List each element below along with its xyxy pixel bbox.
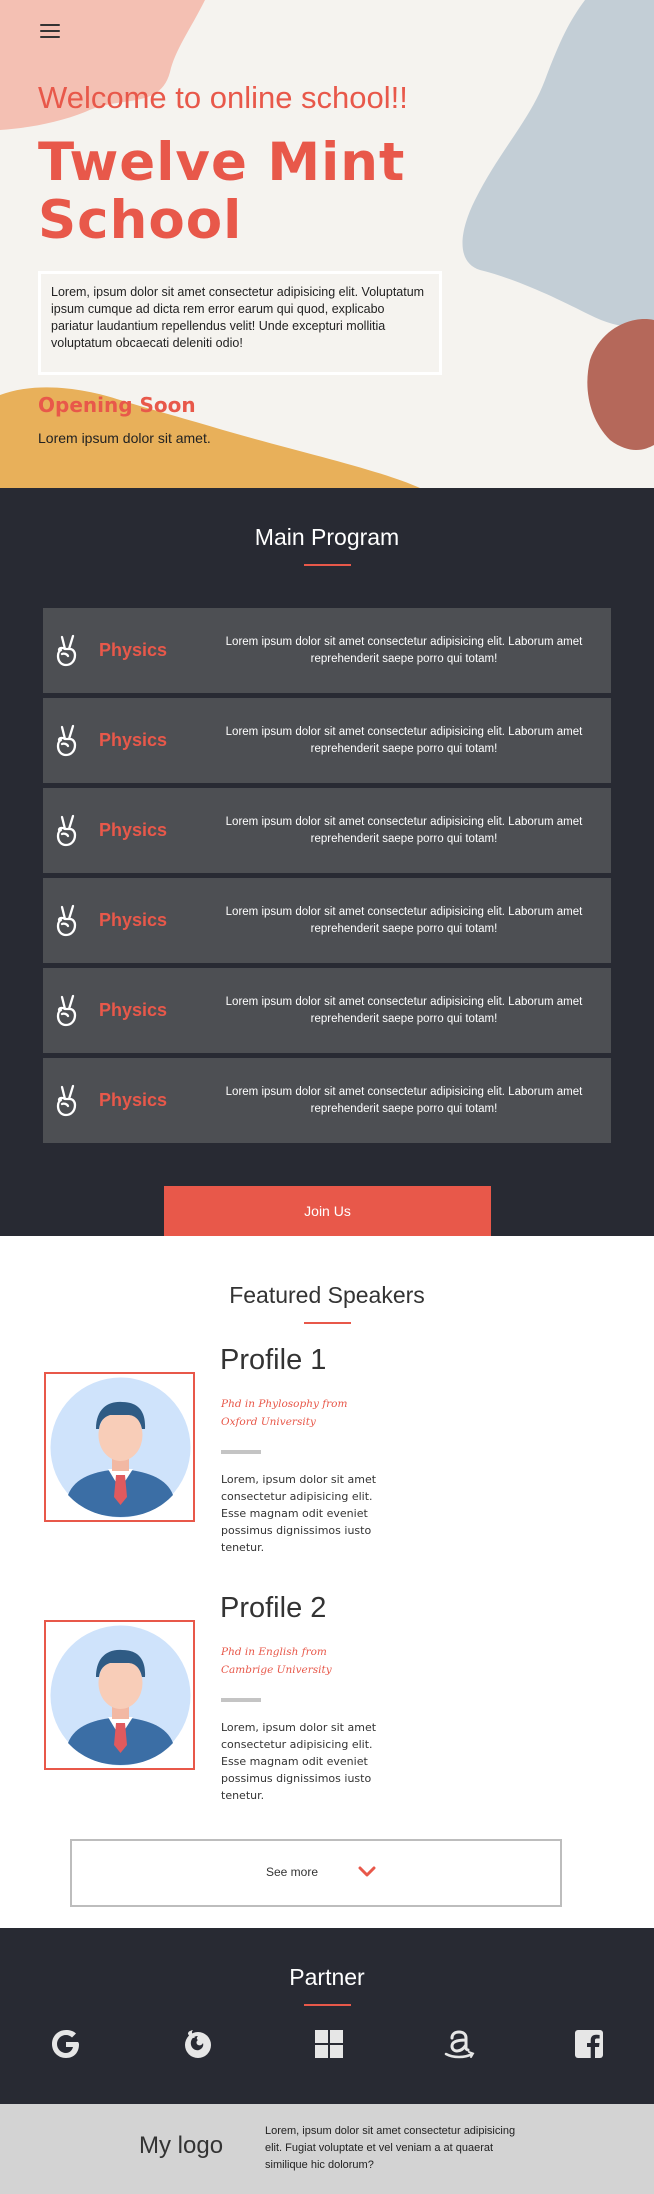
amazon-icon[interactable] — [441, 2026, 477, 2062]
speaker-description: Lorem, ipsum dolor sit amet consectetur … — [221, 1473, 377, 1554]
program-item[interactable]: Physics Lorem ipsum dolor sit amet conse… — [43, 788, 611, 873]
program-description: Lorem ipsum dolor sit amet consectetur a… — [225, 1086, 583, 1115]
hero-description: Lorem, ipsum dolor sit amet consectetur … — [38, 271, 442, 375]
opening-soon-subtext: Lorem ipsum dolor sit amet. — [38, 430, 211, 446]
program-item[interactable]: Physics Lorem ipsum dolor sit amet conse… — [43, 878, 611, 963]
partner-logos — [0, 2026, 654, 2062]
title-underline — [304, 564, 351, 566]
footer-text: Lorem, ipsum dolor sit amet consectetur … — [265, 2125, 516, 2171]
school-name-title: Twelve Mint School — [38, 132, 406, 251]
program-item[interactable]: Physics Lorem ipsum dolor sit amet conse… — [43, 968, 611, 1053]
speaker-profile: Profile 1 Phd in Phylosophy from Oxford … — [44, 1344, 544, 1554]
program-name: Physics — [99, 640, 168, 660]
program-description: Lorem ipsum dolor sit amet consectetur a… — [225, 906, 583, 935]
title-underline — [304, 1322, 351, 1324]
program-name: Physics — [99, 820, 168, 840]
page: Welcome to online school!! Twelve Mint S… — [0, 0, 654, 2194]
program-description: Lorem ipsum dolor sit amet consectetur a… — [225, 636, 583, 665]
welcome-heading: Welcome to online school!! — [38, 80, 408, 115]
section-title: Partner — [289, 1964, 365, 1990]
google-icon[interactable] — [48, 2026, 84, 2062]
section-title: Featured Speakers — [229, 1282, 425, 1308]
speaker-description: Lorem, ipsum dolor sit amet consectetur … — [221, 1721, 377, 1802]
peace-hand-icon — [56, 814, 77, 847]
program-item[interactable]: Physics Lorem ipsum dolor sit amet conse… — [43, 1058, 611, 1143]
peace-hand-icon — [56, 634, 77, 667]
title-underline — [304, 2004, 351, 2006]
peace-hand-icon — [56, 1084, 77, 1117]
program-item[interactable]: Physics Lorem ipsum dolor sit amet conse… — [43, 608, 611, 693]
speaker-name: Profile 2 — [220, 1592, 327, 1624]
join-us-button[interactable]: Join Us — [164, 1186, 491, 1236]
program-description: Lorem ipsum dolor sit amet consectetur a… — [225, 996, 583, 1025]
main-program-section: Main Program Physics Lorem ipsum dolor s… — [0, 488, 654, 1236]
divider — [221, 1450, 261, 1454]
program-description: Lorem ipsum dolor sit amet consectetur a… — [225, 726, 583, 755]
footer-logo[interactable]: My logo — [139, 2132, 223, 2160]
section-title: Main Program — [254, 524, 400, 550]
program-list: Physics Lorem ipsum dolor sit amet conse… — [43, 608, 611, 1148]
speaker-degree: Phd in Phylosophy from Oxford University — [221, 1398, 348, 1428]
businessman-avatar-icon — [50, 1377, 191, 1518]
avatar — [44, 1372, 195, 1522]
speaker-profile: Profile 2 Phd in English from Cambrige U… — [44, 1592, 544, 1802]
program-name: Physics — [99, 1090, 168, 1110]
program-description: Lorem ipsum dolor sit amet consectetur a… — [225, 816, 583, 845]
program-name: Physics — [99, 910, 168, 930]
businessman-avatar-icon — [50, 1625, 191, 1766]
peace-hand-icon — [56, 994, 77, 1027]
speaker-degree: Phd in English from Cambrige University — [221, 1646, 332, 1676]
footer: My logo Lorem, ipsum dolor sit amet cons… — [0, 2104, 654, 2194]
partner-section: Partner — [0, 1928, 654, 2104]
see-more-button[interactable]: See more — [70, 1839, 562, 1907]
hamburger-menu-icon[interactable] — [40, 24, 60, 40]
peace-hand-icon — [56, 904, 77, 937]
divider — [221, 1698, 261, 1702]
program-name: Physics — [99, 1000, 168, 1020]
opening-soon-heading: Opening Soon — [38, 393, 196, 417]
windows-icon[interactable] — [311, 2026, 347, 2062]
facebook-icon[interactable] — [571, 2026, 607, 2062]
firefox-icon[interactable] — [180, 2026, 216, 2062]
chevron-down-icon — [358, 1866, 376, 1877]
hero-section: Welcome to online school!! Twelve Mint S… — [0, 0, 654, 488]
speaker-name: Profile 1 — [220, 1344, 327, 1376]
peace-hand-icon — [56, 724, 77, 757]
avatar — [44, 1620, 195, 1770]
program-item[interactable]: Physics Lorem ipsum dolor sit amet conse… — [43, 698, 611, 783]
see-more-label: See more — [266, 1865, 319, 1879]
program-name: Physics — [99, 730, 168, 750]
featured-speakers-section: Featured Speakers Profile 1 Phd in Phylo… — [0, 1236, 654, 1928]
